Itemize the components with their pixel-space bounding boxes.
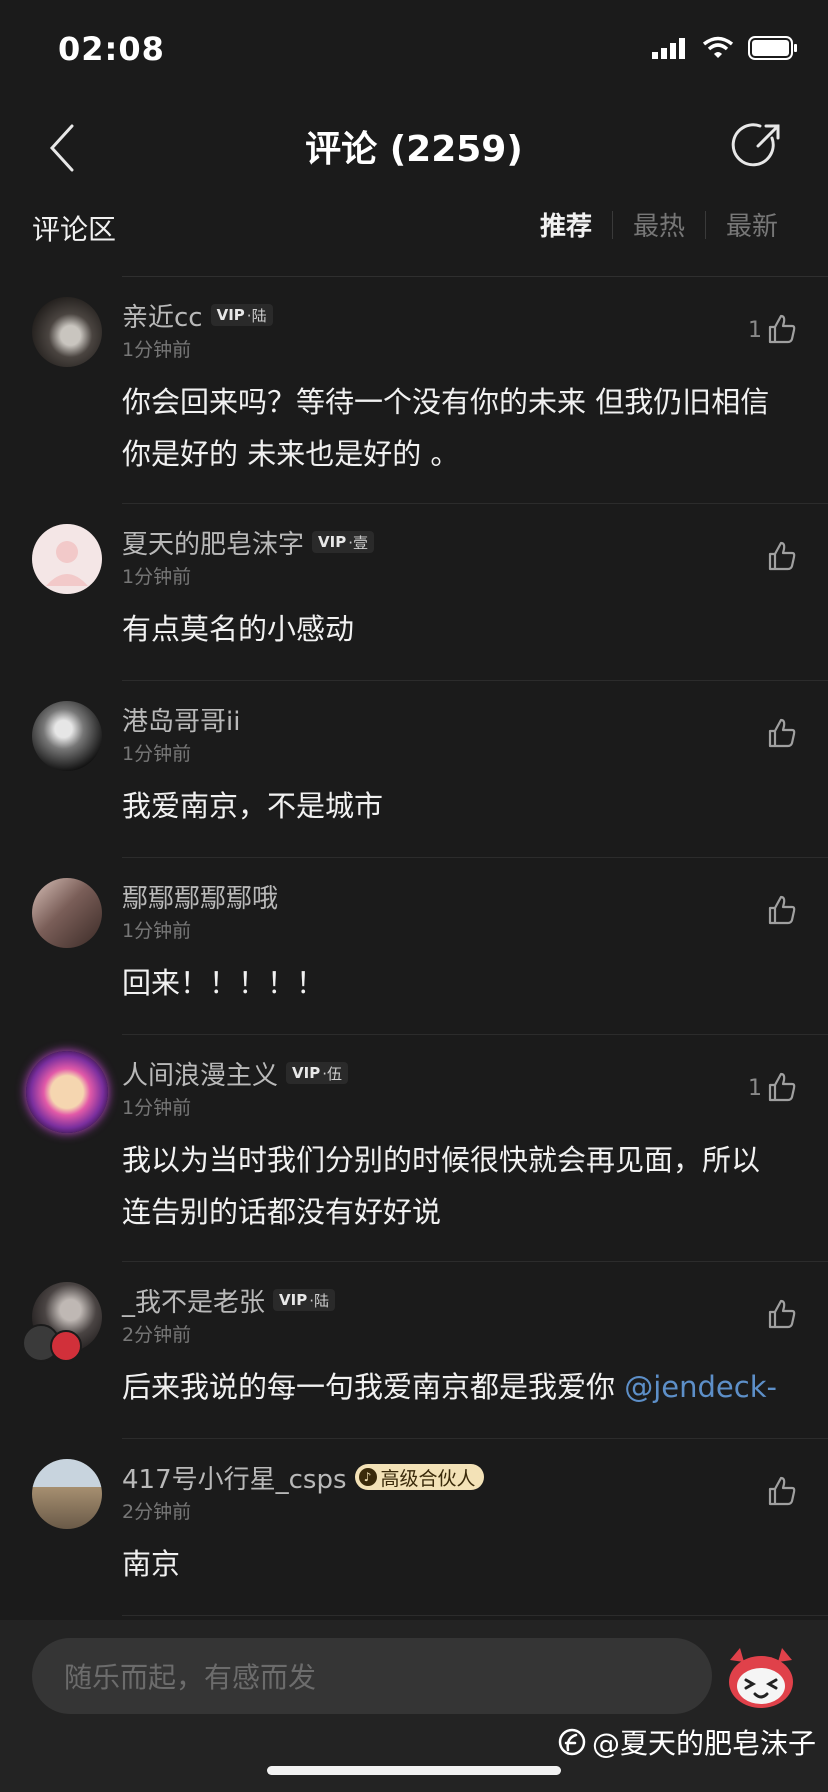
- like-count: 1: [748, 1076, 762, 1101]
- mention-link[interactable]: @jendeck-: [624, 1370, 777, 1404]
- like-button[interactable]: [762, 894, 798, 926]
- thumbs-up-icon: [768, 718, 796, 748]
- username[interactable]: 417号小行星_csps: [122, 1459, 347, 1496]
- like-button[interactable]: [762, 1298, 798, 1330]
- tab-hottest[interactable]: 最热: [613, 206, 705, 243]
- section-title: 评论区: [32, 213, 117, 246]
- vip-badge: VIP ·陆: [273, 1289, 335, 1311]
- avatar-decoration: [50, 1330, 82, 1362]
- partner-badge: ♪ 高级合伙人: [354, 1464, 484, 1490]
- like-button[interactable]: [762, 717, 798, 749]
- comment-time: 2分钟前: [122, 1501, 192, 1523]
- vip-level: ·陆: [246, 306, 267, 325]
- avatar[interactable]: [26, 1051, 108, 1133]
- thumbs-up-icon: [768, 1299, 796, 1329]
- comment-time: 1分钟前: [122, 339, 192, 361]
- comment-text: 南京: [122, 1547, 181, 1581]
- watermark-text: @夏天的肥皂沫子: [591, 1727, 816, 1760]
- status-bar: 02:08: [0, 0, 828, 100]
- like-button[interactable]: [762, 1475, 798, 1507]
- signal-icon: [652, 38, 685, 59]
- comment-item: 人间浪漫主义 VIP ·伍 1分钟前 我以为当时我们分别的时候很快就会再见面，所以…: [0, 1035, 828, 1262]
- comment-time: 1分钟前: [122, 1097, 192, 1119]
- thumbs-up-icon: [768, 541, 796, 571]
- tab-newest[interactable]: 最新: [706, 206, 798, 243]
- battery-icon: [748, 36, 797, 60]
- vip-level: ·伍: [322, 1064, 342, 1083]
- username[interactable]: 鄢鄢鄢鄢鄢哦: [122, 878, 278, 915]
- username[interactable]: 港岛哥哥ii: [122, 701, 240, 738]
- emoji-icon[interactable]: [722, 1646, 800, 1710]
- vip-level: ·壹: [348, 533, 368, 552]
- comment-section-header: 评论区 推荐 最热 最新: [0, 200, 828, 276]
- like-button[interactable]: 1: [748, 313, 798, 345]
- vip-badge: VIP ·壹: [312, 531, 374, 553]
- weibo-logo-icon: [558, 1728, 586, 1756]
- comment-item: 鄢鄢鄢鄢鄢哦 1分钟前 回来！！！！！: [0, 858, 828, 1035]
- username[interactable]: _我不是老张: [122, 1282, 265, 1319]
- status-time: 02:08: [58, 30, 165, 68]
- comment-item: 亲近cc VIP ·陆 1分钟前 你会回来吗？等待一个没有你的未来 但我仍旧相信 …: [0, 277, 828, 504]
- comment-time: 1分钟前: [122, 566, 192, 588]
- wifi-icon: [702, 36, 734, 58]
- home-indicator[interactable]: [267, 1766, 561, 1775]
- comment-time: 2分钟前: [122, 1324, 192, 1346]
- like-button[interactable]: [762, 540, 798, 572]
- username[interactable]: 夏天的肥皂沫字: [122, 524, 304, 561]
- comment-item: 港岛哥哥ii 1分钟前 我爱南京，不是城市: [0, 681, 828, 858]
- thumbs-up-icon: [768, 1072, 796, 1102]
- share-icon[interactable]: [728, 116, 788, 176]
- username[interactable]: 亲近cc: [122, 297, 203, 334]
- comment-text: 我爱南京，不是城市: [122, 789, 384, 823]
- sort-tabs: 推荐 最热 最新: [520, 206, 798, 243]
- thumbs-up-icon: [768, 1476, 796, 1506]
- avatar[interactable]: [32, 524, 102, 594]
- comment-text: 有点莫名的小感动: [122, 612, 355, 646]
- page-title: 评论 (2259): [305, 129, 523, 170]
- comment-input[interactable]: 随乐而起，有感而发: [32, 1638, 712, 1714]
- avatar[interactable]: [32, 878, 102, 948]
- like-count: 1: [748, 318, 762, 343]
- comment-text: 回来！！！！！: [122, 966, 326, 1000]
- like-button[interactable]: 1: [748, 1071, 798, 1103]
- vip-level: ·陆: [309, 1291, 329, 1310]
- avatar[interactable]: [32, 701, 102, 771]
- watermark: @夏天的肥皂沫子: [558, 1722, 816, 1762]
- comment-time: 1分钟前: [122, 920, 192, 942]
- comment-input-bar: 随乐而起，有感而发 @夏天的肥皂沫子: [0, 1620, 828, 1792]
- comment-item: 夏天的肥皂沫字 VIP ·壹 1分钟前 有点莫名的小感动: [0, 504, 828, 681]
- thumbs-up-icon: [768, 895, 796, 925]
- music-note-icon: ♪: [358, 1468, 377, 1486]
- comment-text: 后来我说的每一句我爱南京都是我爱你 @jendeck-: [122, 1370, 777, 1404]
- vip-badge: VIP ·伍: [286, 1062, 348, 1084]
- comment-text: 你会回来吗？等待一个没有你的未来 但我仍旧相信 你是好的 未来也是好的 。: [122, 385, 770, 471]
- avatar[interactable]: [32, 297, 102, 367]
- status-icons: [652, 36, 798, 60]
- avatar[interactable]: [32, 1459, 102, 1529]
- tab-recommended[interactable]: 推荐: [520, 206, 612, 243]
- comment-item: _我不是老张 VIP ·陆 2分钟前 后来我说的每一句我爱南京都是我爱你 @jen…: [0, 1262, 828, 1439]
- comment-text: 我以为当时我们分别的时候很快就会再见面，所以连告别的话都没有好好说: [122, 1143, 761, 1229]
- nav-bar: 评论 (2259): [0, 100, 828, 200]
- comment-item: 417号小行星_csps ♪ 高级合伙人 2分钟前 南京: [0, 1439, 828, 1616]
- divider: [122, 1615, 828, 1616]
- input-placeholder: 随乐而起，有感而发: [64, 1661, 317, 1694]
- comment-list: 亲近cc VIP ·陆 1分钟前 你会回来吗？等待一个没有你的未来 但我仍旧相信 …: [0, 277, 828, 1616]
- comment-time: 1分钟前: [122, 743, 192, 765]
- vip-badge: VIP ·陆: [210, 304, 273, 326]
- username[interactable]: 人间浪漫主义: [122, 1055, 278, 1092]
- thumbs-up-icon: [768, 314, 796, 344]
